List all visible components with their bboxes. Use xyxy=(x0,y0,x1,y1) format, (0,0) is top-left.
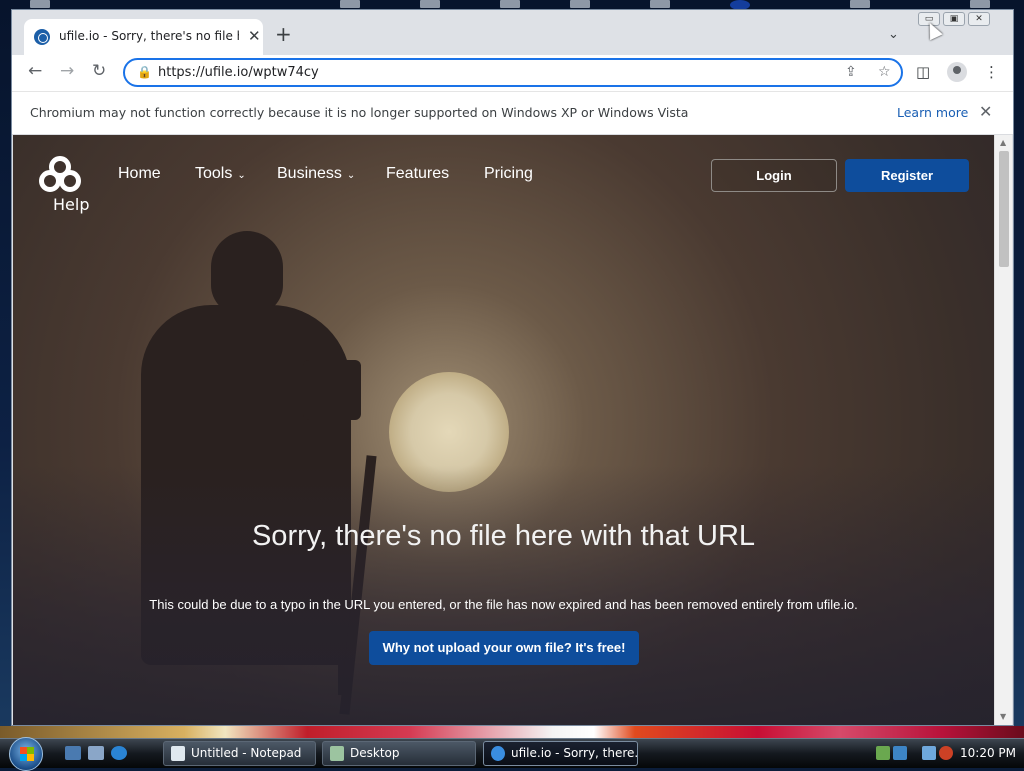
nav-pricing[interactable]: Pricing xyxy=(484,165,533,183)
address-bar[interactable]: 🔒 https://ufile.io/wptw74cy ⇪ ☆ xyxy=(123,58,903,87)
nav-home[interactable]: Home xyxy=(118,165,161,183)
taskbar-item-label: Desktop xyxy=(350,746,400,760)
tab-strip: ufile.io - Sorry, there's no file here w… xyxy=(12,10,1013,55)
upload-cta-button[interactable]: Why not upload your own file? It's free! xyxy=(369,631,639,665)
silhouette-head xyxy=(211,231,283,315)
infobar-close-icon[interactable]: ✕ xyxy=(979,102,992,121)
desktop-icon[interactable] xyxy=(340,0,360,8)
folder-icon xyxy=(330,746,344,761)
nav-label: Tools xyxy=(195,165,233,182)
clock[interactable]: 10:20 PM xyxy=(960,746,1016,760)
switch-windows-icon[interactable] xyxy=(88,746,104,760)
tray-app-icon[interactable] xyxy=(893,746,907,760)
logo-help-label[interactable]: Help xyxy=(53,195,89,214)
taskbar-item-browser[interactable]: ufile.io - Sorry, there... xyxy=(483,741,638,766)
page-content: Help Home Tools ⌄ Business ⌄ Features Pric… xyxy=(13,135,994,725)
page-scrollbar[interactable]: ▲ ▼ xyxy=(994,135,1012,725)
ufile-logo-icon[interactable] xyxy=(39,156,85,194)
desktop-icon[interactable] xyxy=(970,0,990,8)
silhouette-camera xyxy=(303,360,361,420)
side-panel-icon[interactable]: ◫ xyxy=(916,63,930,81)
start-button[interactable] xyxy=(9,737,43,771)
windows-logo-icon xyxy=(20,747,34,761)
desktop-icon[interactable] xyxy=(650,0,670,8)
restore-button[interactable]: ▣ xyxy=(943,12,965,26)
page-shade xyxy=(13,465,994,725)
notepad-icon xyxy=(171,746,185,761)
bookmark-star-icon[interactable]: ☆ xyxy=(878,64,891,80)
infobar-message: Chromium may not function correctly beca… xyxy=(30,105,689,120)
chevron-down-icon: ⌄ xyxy=(346,170,356,181)
reload-icon[interactable]: ↻ xyxy=(92,63,106,80)
nav-label: Pricing xyxy=(484,165,533,182)
lock-icon[interactable]: 🔒 xyxy=(137,65,152,79)
new-tab-button[interactable]: + xyxy=(275,24,292,44)
error-headline: Sorry, there's no file here with that UR… xyxy=(251,520,756,552)
unsupported-os-infobar: Chromium may not function correctly beca… xyxy=(12,91,1013,135)
kebab-menu-icon[interactable]: ⋮ xyxy=(984,63,999,81)
chromium-icon xyxy=(491,746,505,761)
login-button[interactable]: Login xyxy=(711,159,837,192)
nav-label: Features xyxy=(386,165,450,182)
nav-label: Business xyxy=(277,165,342,182)
tab-close-icon[interactable]: ✕ xyxy=(248,27,261,45)
scroll-up-arrow-icon[interactable]: ▲ xyxy=(1000,138,1006,147)
desktop-icon[interactable] xyxy=(30,0,50,8)
network-icon[interactable] xyxy=(922,746,936,760)
close-window-button[interactable]: ✕ xyxy=(968,12,990,26)
nav-tools[interactable]: Tools ⌄ xyxy=(195,165,246,183)
browser-tab[interactable]: ufile.io - Sorry, there's no file here w… xyxy=(24,19,263,55)
volume-muted-icon[interactable] xyxy=(939,746,953,760)
scroll-down-arrow-icon[interactable]: ▼ xyxy=(1000,712,1006,721)
ufile-favicon-icon xyxy=(34,29,50,45)
desktop-icon[interactable] xyxy=(420,0,440,8)
error-description: This could be due to a typo in the URL y… xyxy=(149,597,858,612)
desktop-icon[interactable] xyxy=(500,0,520,8)
tab-search-icon[interactable]: ⌄ xyxy=(888,27,899,42)
learn-more-link[interactable]: Learn more xyxy=(897,105,968,120)
browser-window: ufile.io - Sorry, there's no file here w… xyxy=(11,9,1014,726)
nav-label: Home xyxy=(118,165,161,182)
nav-business[interactable]: Business ⌄ xyxy=(277,165,355,183)
taskbar-item-notepad[interactable]: Untitled - Notepad xyxy=(163,741,316,766)
browser-toolbar: ← → ↻ 🔒 https://ufile.io/wptw74cy ⇪ ☆ ◫ … xyxy=(12,55,1013,91)
taskbar-item-desktop[interactable]: Desktop xyxy=(322,741,476,766)
tray-app-icon[interactable] xyxy=(876,746,890,760)
desktop-icon[interactable] xyxy=(570,0,590,8)
back-arrow-icon[interactable]: ← xyxy=(28,63,42,80)
scrollbar-thumb[interactable] xyxy=(999,151,1009,267)
taskbar: Untitled - Notepad Desktop ufile.io - So… xyxy=(0,737,1024,771)
share-icon[interactable]: ⇪ xyxy=(845,64,857,80)
tab-title: ufile.io - Sorry, there's no file here w… xyxy=(59,29,239,43)
nav-features[interactable]: Features xyxy=(386,165,449,183)
profile-avatar-icon[interactable] xyxy=(947,62,967,82)
forward-arrow-icon[interactable]: → xyxy=(60,63,74,80)
taskbar-item-label: Untitled - Notepad xyxy=(191,746,302,760)
register-button[interactable]: Register xyxy=(845,159,969,192)
taskbar-item-label: ufile.io - Sorry, there... xyxy=(511,746,638,760)
chevron-down-icon: ⌄ xyxy=(237,170,246,181)
internet-explorer-icon[interactable] xyxy=(111,746,127,760)
show-desktop-icon[interactable] xyxy=(65,746,81,760)
desktop-wallpaper-strip xyxy=(0,726,1024,738)
system-tray: 10:20 PM xyxy=(872,739,1024,769)
desktop-icon[interactable] xyxy=(850,0,870,8)
url-text[interactable]: https://ufile.io/wptw74cy xyxy=(158,65,319,80)
